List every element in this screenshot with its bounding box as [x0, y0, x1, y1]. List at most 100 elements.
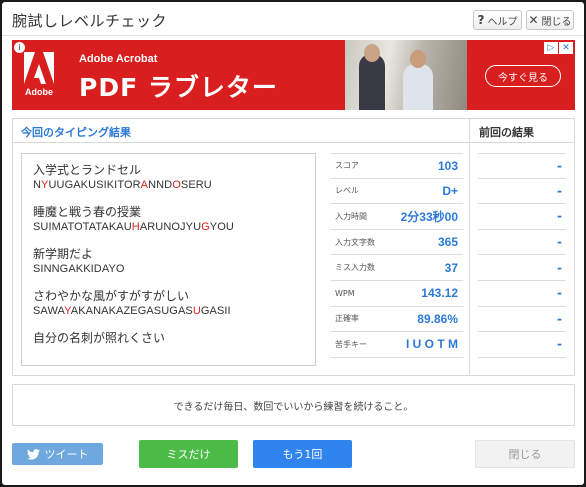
column-divider	[469, 119, 470, 375]
result-panel: 今回のタイピング結果 前回の結果 入学式とランドセル N Y UUGAKUSIKITO…	[12, 118, 575, 376]
romaji-segment: UUGAKUSIKITOR	[48, 179, 141, 191]
ad-banner[interactable]: i Adobe Adobe Acrobat PDF ラブレター 今すぐ見る ▷ …	[12, 40, 575, 110]
missed-key: O	[172, 179, 181, 191]
ad-person	[359, 44, 385, 110]
previous-stat-value: -	[557, 311, 562, 326]
stat-row: WPM 143.12	[331, 281, 463, 307]
previous-stat-row: -	[478, 179, 566, 205]
stat-label: WPM	[335, 288, 355, 298]
previous-stat-row: -	[478, 153, 566, 179]
previous-stat-row: -	[478, 307, 566, 333]
retry-button[interactable]: もう1回	[253, 440, 352, 468]
stat-row: 苦手キー I U O T M	[331, 332, 463, 358]
romaji-text: SUIMATOTATAKAUHARUNOJYUGYOU	[33, 220, 304, 235]
level-check-dialog: 腕試しレベルチェック ? ヘルプ ✕ 閉じる i Adobe Adobe Acr…	[2, 2, 584, 485]
romaji-text: SAWAYAKANAKAZEGASUGASUGASII	[33, 304, 304, 319]
previous-stat-value: -	[557, 260, 562, 275]
ad-close-icon[interactable]: ✕	[559, 42, 573, 54]
stat-label: 正確率	[335, 314, 359, 324]
romaji-segment: N	[33, 179, 42, 191]
romaji-segment: SUIMATOTATAKAU	[33, 221, 132, 233]
ad-choices-icon[interactable]: ▷	[544, 42, 558, 54]
stat-value: 2分33秒00	[400, 209, 458, 224]
stat-row: レベル D+	[331, 179, 463, 205]
close-icon: ✕	[528, 13, 539, 27]
missed-key: H	[131, 221, 140, 233]
stat-row: 入力文字数 365	[331, 230, 463, 256]
help-label: ヘルプ	[487, 16, 518, 28]
stat-label: ミス入力数	[335, 263, 375, 273]
tweet-label: ツイート	[44, 448, 89, 461]
previous-stat-row: -	[478, 255, 566, 281]
previous-stat-row: -	[478, 204, 566, 230]
text-line: 睡魔と戦う春の授業 SUIMATOTATAKAUHARUNOJYUGYOU	[33, 204, 304, 235]
previous-stat-row: -	[478, 281, 566, 307]
stat-row: ミス入力数 37	[331, 255, 463, 281]
adobe-logo-icon	[24, 52, 54, 84]
previous-stat-value: -	[557, 337, 562, 352]
twitter-bird-icon	[26, 448, 40, 460]
help-button[interactable]: ? ヘルプ	[473, 10, 522, 30]
missed-key: A	[140, 179, 149, 191]
ad-brand: Adobe Acrobat	[79, 53, 158, 65]
miss-only-button[interactable]: ミスだけ	[139, 440, 238, 468]
stat-value: 103	[437, 158, 458, 173]
previous-result-heading: 前回の結果	[479, 126, 534, 139]
missed-key: Y	[64, 305, 71, 317]
current-result-heading: 今回のタイピング結果	[21, 126, 131, 139]
previous-stat-row: -	[478, 230, 566, 256]
romaji-text: SINNGAKKIDAYO	[33, 262, 304, 277]
close-label: 閉じる	[541, 16, 572, 28]
ad-photo	[345, 40, 467, 110]
typed-text-box: 入学式とランドセル N Y UUGAKUSIKITORANNDOSERU 睡魔と戦う春の…	[21, 153, 316, 366]
previous-stat-value: -	[557, 286, 562, 301]
stat-value: 143.12	[421, 286, 458, 301]
text-line: 入学式とランドセル NYUUGAKUSIKITORANNDOSERU	[33, 162, 304, 193]
text-line: さわやかな風がすがすがしい SAWAYAKANAKAZEGASUGASUGASII	[33, 288, 304, 319]
close-button[interactable]: 閉じる	[475, 440, 575, 468]
romaji-segment: AKANAKAZEGASUGAS	[70, 305, 193, 317]
tweet-button[interactable]: ツイート	[12, 443, 103, 465]
previous-stat-value: -	[557, 183, 562, 198]
close-title-button[interactable]: ✕ 閉じる	[526, 10, 574, 30]
japanese-text: 睡魔と戦う春の授業	[33, 205, 142, 219]
japanese-text: 新学期だよ	[33, 247, 94, 261]
text-line: 自分の名刺が照れくさい	[33, 330, 304, 346]
stat-row: スコア 103	[331, 153, 463, 179]
dialog-title: 腕試しレベルチェック	[12, 12, 168, 30]
ad-logo-text: Adobe	[25, 87, 53, 97]
stat-label: 苦手キー	[335, 339, 367, 349]
question-icon: ?	[477, 13, 485, 27]
stat-value: 37	[444, 260, 458, 275]
romaji-segment: YOU	[209, 221, 234, 233]
stat-value: 89.86%	[417, 311, 458, 326]
previous-stat-value: -	[557, 158, 562, 173]
romaji-segment: SERU	[180, 179, 212, 191]
advice-message: できるだけ毎日、数回でいいから練習を続けること。	[12, 384, 575, 426]
japanese-text: 入学式とランドセル	[33, 163, 142, 177]
current-stats: スコア 103 レベル D+ 入力時間 2分33秒00 入力文字数 365 ミス入力数 37 WPM…	[331, 153, 463, 358]
previous-stats: - - - - - - - -	[478, 153, 566, 358]
japanese-text: さわやかな風がすがすがしい	[33, 289, 190, 303]
stat-value: I U O T M	[406, 337, 458, 352]
stat-label: スコア	[335, 161, 359, 171]
ad-choices[interactable]: ▷ ✕	[544, 42, 573, 54]
romaji-segment: SAWA	[33, 305, 65, 317]
stat-label: レベル	[335, 186, 359, 196]
stat-label: 入力時間	[335, 211, 367, 221]
missed-key: U	[192, 305, 201, 317]
romaji-text: NYUUGAKUSIKITORANNDOSERU	[33, 178, 304, 193]
result-header: 今回のタイピング結果 前回の結果	[13, 119, 574, 143]
previous-stat-value: -	[557, 209, 562, 224]
ad-person	[403, 50, 433, 110]
romaji-segment: GASII	[200, 305, 231, 317]
stat-row: 正確率 89.86%	[331, 307, 463, 333]
romaji-segment: ARUNOJYU	[139, 221, 202, 233]
romaji-segment: SINNGAKKIDAYO	[33, 263, 125, 275]
stat-label: 入力文字数	[335, 237, 375, 247]
stat-value: D+	[442, 183, 458, 198]
title-bar: 腕試しレベルチェック ? ヘルプ ✕ 閉じる	[2, 2, 584, 36]
japanese-text: 自分の名刺が照れくさい	[33, 331, 166, 345]
ad-cta-button[interactable]: 今すぐ見る	[485, 65, 561, 87]
previous-stat-value: -	[557, 235, 562, 250]
